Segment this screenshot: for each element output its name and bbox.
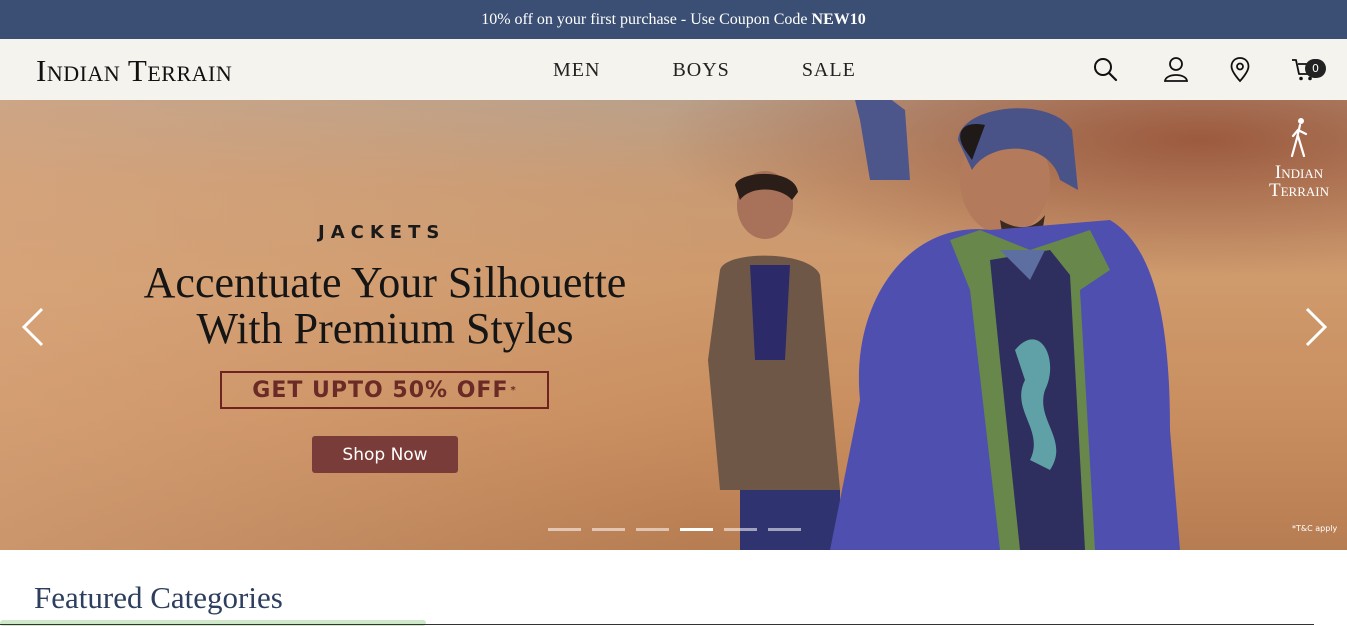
cart-count-badge: 0	[1305, 59, 1326, 78]
offer-text: GET UPTO 50% OFF	[252, 377, 509, 403]
carousel-dot[interactable]	[636, 528, 669, 531]
walking-man-logo-icon	[1290, 118, 1308, 158]
carousel-next-arrow-icon[interactable]	[1301, 305, 1331, 349]
offer-badge: GET UPTO 50% OFF *	[220, 371, 549, 409]
featured-divider	[0, 624, 1314, 625]
shop-now-button[interactable]: Shop Now	[312, 436, 458, 473]
featured-categories-title: Featured Categories	[34, 580, 283, 615]
carousel-dot-active[interactable]	[680, 528, 713, 531]
carousel-dot[interactable]	[548, 528, 581, 531]
site-logo[interactable]: Indian Terrain	[36, 53, 232, 89]
carousel-dot[interactable]	[724, 528, 757, 531]
carousel-dots	[548, 528, 812, 531]
nav-item-boys[interactable]: BOYS	[672, 59, 729, 82]
terms-note: *T&C apply	[1292, 524, 1338, 533]
hero-eyebrow: JACKETS	[318, 222, 446, 243]
user-icon[interactable]	[1162, 55, 1190, 83]
search-icon[interactable]	[1091, 55, 1119, 83]
promo-code: NEW10	[811, 10, 866, 28]
main-nav: MEN BOYS SALE	[553, 59, 856, 82]
site-header: Indian Terrain MEN BOYS SALE	[0, 39, 1347, 100]
hero-models-image	[708, 100, 1180, 550]
nav-item-sale[interactable]: SALE	[802, 59, 856, 82]
promo-bar: 10% off on your first purchase - Use Cou…	[0, 0, 1347, 39]
hero-headline: Accentuate Your Silhouette With Premium …	[90, 260, 680, 352]
promo-text: 10% off on your first purchase - Use Cou…	[481, 10, 808, 28]
carousel-dot[interactable]	[592, 528, 625, 531]
nav-item-men[interactable]: MEN	[553, 59, 600, 82]
offer-asterisk: *	[510, 384, 517, 396]
hero-headline-line-2: With Premium Styles	[196, 304, 574, 353]
carousel-prev-arrow-icon[interactable]	[18, 305, 48, 349]
hero-brand-line-2: Terrain	[1269, 180, 1329, 201]
location-pin-icon[interactable]	[1226, 55, 1254, 83]
carousel-dot[interactable]	[768, 528, 801, 531]
hero-banner[interactable]: JACKETS Accentuate Your Silhouette With …	[0, 100, 1347, 550]
hero-brand-logo: Indian Terrain	[1256, 116, 1342, 200]
featured-accent-bar	[0, 620, 426, 626]
hero-headline-line-1: Accentuate Your Silhouette	[143, 258, 627, 307]
